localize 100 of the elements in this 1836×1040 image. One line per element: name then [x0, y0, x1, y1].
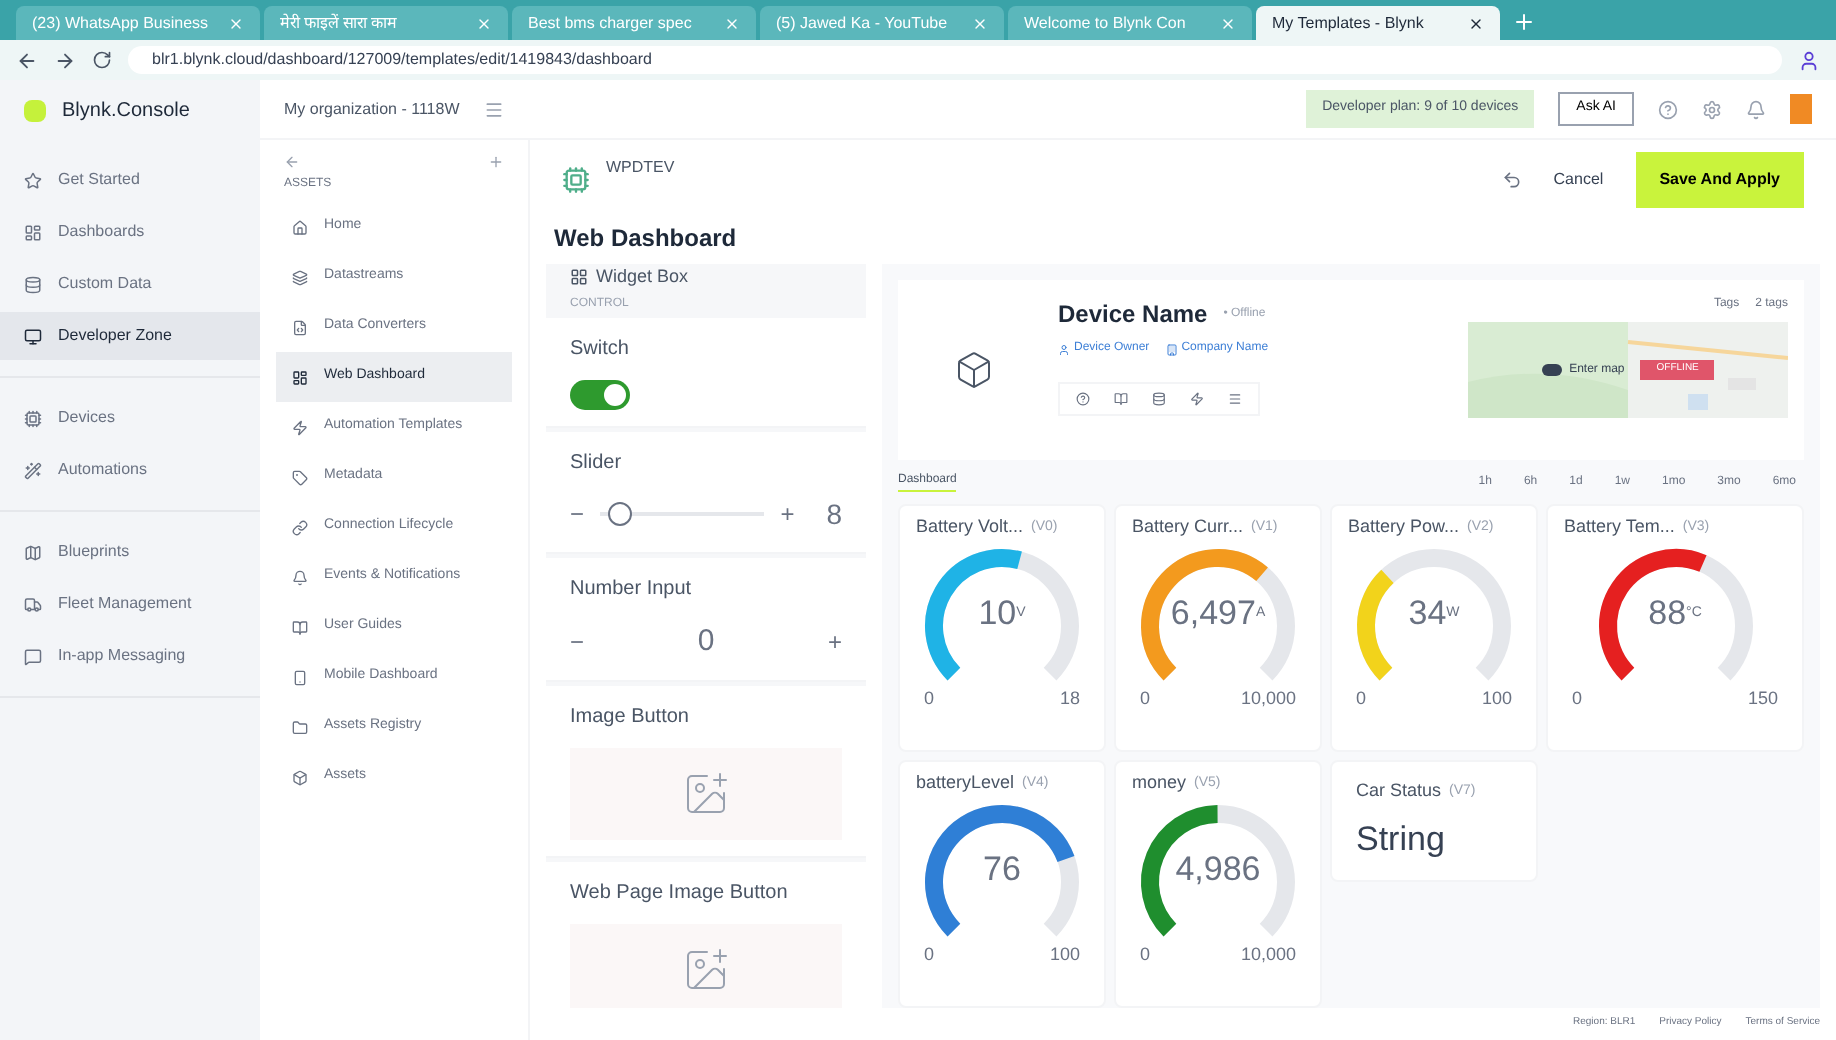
- gauge-min: 0: [924, 685, 935, 711]
- undo-icon[interactable]: [1501, 170, 1522, 190]
- wand-icon: [24, 461, 42, 479]
- star-icon: [24, 171, 42, 189]
- toolbar-icon[interactable]: [1152, 392, 1166, 406]
- widget-card[interactable]: Image Button: [546, 686, 866, 858]
- toolbar-icon[interactable]: [1190, 392, 1204, 406]
- sidebar-item[interactable]: Custom Data: [0, 260, 260, 308]
- slider-thumb[interactable]: [607, 502, 632, 526]
- widget-label: Web Page Image Button: [570, 880, 790, 908]
- gauge-min: 0: [1140, 685, 1151, 711]
- sidebar-item[interactable]: Automations: [0, 446, 260, 494]
- new-tab-icon[interactable]: [1512, 10, 1536, 34]
- label-value: String: [1356, 817, 1447, 861]
- sidebar-item[interactable]: Devices: [0, 394, 260, 442]
- grid-icon: [24, 223, 42, 241]
- widget-title: money: [1132, 770, 1187, 796]
- widget-card[interactable]: Number Input − 0 +: [546, 557, 866, 682]
- logo-icon: [24, 99, 46, 121]
- widget-title: Car Status: [1356, 778, 1442, 804]
- widget-box-title: Widget Box: [596, 264, 689, 290]
- widget-title: Battery Curr...: [1132, 514, 1244, 540]
- chip-icon: [24, 409, 42, 427]
- truck-icon: [24, 595, 42, 613]
- widget-title: Battery Tem...: [1564, 514, 1675, 540]
- gauge-value: 10$^{V}$: [978, 591, 1026, 636]
- reload-icon[interactable]: [92, 50, 112, 70]
- organization-selector[interactable]: My organization - 1118W: [284, 97, 460, 121]
- page-title: Web Dashboard: [552, 222, 739, 256]
- notification-icon[interactable]: [1746, 99, 1766, 119]
- settings-icon[interactable]: [1702, 99, 1722, 119]
- sidebar-item[interactable]: Get Started: [0, 156, 260, 204]
- gauge-max: 100: [1481, 685, 1512, 711]
- logo-text: Blynk.Console: [62, 97, 190, 125]
- close-icon[interactable]: [1468, 15, 1484, 31]
- phone-icon: [292, 669, 308, 685]
- widget-card[interactable]: Slider − + 8: [546, 431, 866, 553]
- menu-icon[interactable]: [483, 99, 504, 119]
- toolbar-icon[interactable]: [1076, 392, 1090, 406]
- cube-icon: [292, 769, 308, 785]
- cancel-button[interactable]: Cancel: [1537, 168, 1620, 192]
- gauge-value: 6,497$^{A}$: [1170, 591, 1266, 636]
- template-name: WPDTEV: [606, 156, 675, 180]
- widget-label: Switch: [570, 335, 631, 363]
- database-icon: [24, 275, 42, 293]
- bolt-icon: [292, 419, 308, 435]
- building-icon: [1165, 343, 1178, 355]
- gauge-max: 10,000: [1240, 941, 1296, 967]
- add-icon[interactable]: [488, 154, 504, 170]
- bell-icon: [292, 569, 308, 585]
- gauge-value: 4,986: [1175, 847, 1261, 892]
- forward-icon[interactable]: [54, 49, 76, 71]
- sidebar-item[interactable]: Developer Zone: [0, 312, 260, 360]
- widget-card[interactable]: Web Page Image Button: [546, 862, 866, 1008]
- toolbar-icon[interactable]: [1228, 392, 1242, 406]
- minus-button[interactable]: −: [570, 496, 585, 532]
- widget-label: Slider: [570, 449, 624, 477]
- url-field[interactable]: blr1.blynk.cloud/dashboard/127009/templates/edit/1419843/dashboard: [128, 46, 1782, 74]
- layers-icon: [292, 269, 308, 285]
- toolbar-icon[interactable]: [1114, 392, 1128, 406]
- browser-tab[interactable]: My Templates - Blynk: [1256, 6, 1500, 40]
- switch-toggle[interactable]: [570, 379, 630, 409]
- plus-button[interactable]: +: [827, 623, 842, 660]
- image-icon: [682, 946, 730, 994]
- slider-track[interactable]: [600, 502, 765, 526]
- sidebar-item[interactable]: Dashboards: [0, 208, 260, 256]
- gauge-max: 10,000: [1240, 685, 1296, 711]
- gauge-max: 18: [1059, 685, 1080, 711]
- gauge-min: 0: [1356, 685, 1367, 711]
- book-icon: [292, 619, 308, 635]
- number-value: 0: [697, 621, 715, 661]
- help-icon[interactable]: [1658, 99, 1678, 119]
- back-icon[interactable]: [16, 49, 38, 71]
- minus-button[interactable]: −: [570, 623, 585, 660]
- user-icon: [1058, 343, 1070, 355]
- device-name: Device Name: [1058, 298, 1208, 332]
- widget-box-icon: [570, 268, 588, 287]
- gauge-value: 34$^{W}$: [1408, 591, 1460, 636]
- folder-icon: [292, 719, 308, 735]
- monitor-icon: [24, 327, 42, 345]
- home-icon: [292, 219, 308, 235]
- widget-title: Battery Volt...: [916, 514, 1024, 540]
- template-icon: [562, 166, 590, 194]
- gauge-value: 76: [983, 847, 1021, 892]
- chat-icon: [24, 647, 42, 665]
- sidebar-item[interactable]: Blueprints: [0, 528, 260, 576]
- grid-icon: [292, 369, 308, 385]
- link-icon: [292, 519, 308, 535]
- plus-button[interactable]: +: [780, 496, 795, 532]
- image-icon: [682, 770, 730, 818]
- widget-card[interactable]: Switch: [546, 317, 866, 427]
- profile-icon[interactable]: [1798, 49, 1820, 71]
- tag-icon: [292, 469, 308, 485]
- gauge-min: 0: [924, 941, 935, 967]
- file-icon: [292, 319, 308, 335]
- gauge-max: 150: [1747, 685, 1778, 711]
- slider-value: 8: [826, 495, 842, 533]
- save-button[interactable]: Save And Apply: [1635, 152, 1804, 208]
- sidebar-item[interactable]: Fleet Management: [0, 580, 260, 628]
- sidebar-item[interactable]: In-app Messaging: [0, 632, 260, 680]
